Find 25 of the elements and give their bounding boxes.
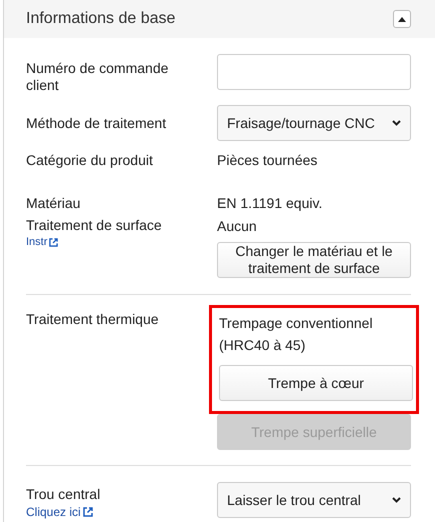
option-button[interactable]: Trempe à cœur bbox=[219, 365, 413, 401]
field-label: Méthode de traitement bbox=[26, 114, 168, 132]
chevron-down-icon bbox=[392, 120, 401, 126]
external-link-icon bbox=[82, 507, 93, 517]
field-label: Trou central bbox=[26, 486, 102, 503]
center-hole-select[interactable]: Laisser le trou central bbox=[217, 482, 411, 518]
field-label: Traitement de surface bbox=[26, 217, 163, 234]
panel-title: Informations de base bbox=[26, 10, 176, 28]
collapse-button[interactable] bbox=[393, 10, 411, 28]
field-value: EN 1.1191 equiv. bbox=[217, 195, 324, 212]
field-label: Numéro de commande client bbox=[26, 59, 170, 94]
field-value: Pièces tournées bbox=[217, 152, 318, 169]
click-here-link[interactable]: Cliquez ici bbox=[26, 505, 201, 519]
external-link-icon bbox=[49, 238, 58, 246]
change-material-button[interactable]: Changer le matériau et le traitement de surface bbox=[217, 242, 411, 278]
field-label: Traitement thermique bbox=[26, 310, 160, 329]
method-select[interactable]: Fraisage/tournage CNC bbox=[217, 105, 411, 141]
chevron-down-icon bbox=[392, 497, 401, 503]
field-value: Aucun bbox=[217, 218, 258, 234]
heat-treatment-description: Trempage conventionnel (HRC40 à 45) bbox=[219, 314, 374, 355]
field-label: Matériau bbox=[26, 195, 82, 212]
caret-icon bbox=[398, 16, 406, 22]
instructions-link[interactable]: Instr bbox=[26, 236, 201, 248]
field-label: Catégorie du produit bbox=[26, 152, 154, 169]
order-number-field[interactable] bbox=[217, 54, 411, 90]
